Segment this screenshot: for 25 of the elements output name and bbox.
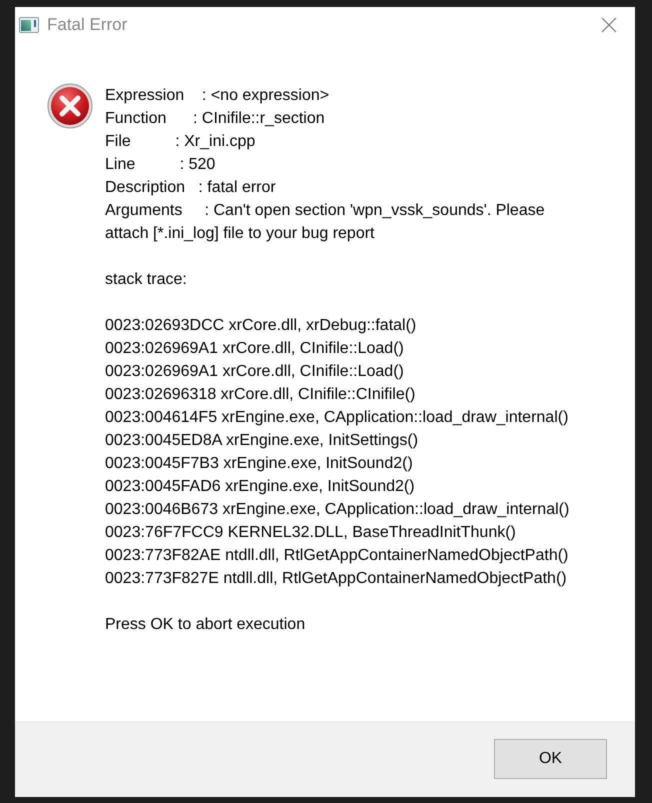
stack-frame: 0023:02696318 xrCore.dll, CInifile::CInifile() [105, 383, 585, 406]
prompt-text: Press OK to abort execution [105, 615, 306, 635]
close-icon[interactable] [601, 17, 617, 33]
detail-line: Line : 520 [105, 155, 216, 175]
stack-frame: 0023:773F82AE ntdll.dll, RtlGetAppContainerNamedObjectPath() [105, 544, 585, 567]
detail-line: Description : fatal error [105, 178, 277, 198]
detail-line: Arguments : Can't open section 'wpn_vssk_sounds'. Please attach [*.ini_log] file to your bug report [105, 201, 546, 244]
stack-frame: 0023:004614F5 xrEngine.exe, CApplication::load_draw_internal() [105, 406, 585, 429]
stack-frame: 0023:026969A1 xrCore.dll, CInifile::Load() [105, 360, 585, 383]
stack-frame: 0023:0045ED8A xrEngine.exe, InitSettings() [105, 429, 585, 452]
detail-line: Function : CInifile::r_section [105, 109, 326, 129]
stack-frame: 0023:0046B673 xrEngine.exe, CApplication::load_draw_internal() [105, 498, 585, 521]
stack-frame: 0023:02693DCC xrCore.dll, xrDebug::fatal() [105, 314, 585, 337]
ok-button[interactable]: OK [494, 739, 607, 779]
stack-frame: 0023:0045FAD6 xrEngine.exe, InitSound2() [105, 475, 585, 498]
stack-frame: 0023:773F827E ntdll.dll, RtlGetAppContainerNamedObjectPath() [105, 567, 585, 590]
window-icon [19, 17, 39, 33]
detail-line: Expression : <no expression> [105, 86, 330, 106]
stack-frame: 0023:76F7FCC9 KERNEL32.DLL, BaseThreadInitThunk() [105, 521, 585, 544]
error-icon [47, 83, 93, 129]
detail-line: File : Xr_ini.cpp [105, 132, 256, 152]
stack-frame: 0023:0045F7B3 xrEngine.exe, InitSound2() [105, 452, 585, 475]
section-heading: stack trace: [105, 270, 188, 290]
window-title: Fatal Error [47, 15, 128, 35]
stack-frame: 0023:026969A1 xrCore.dll, CInifile::Load() [105, 337, 585, 360]
